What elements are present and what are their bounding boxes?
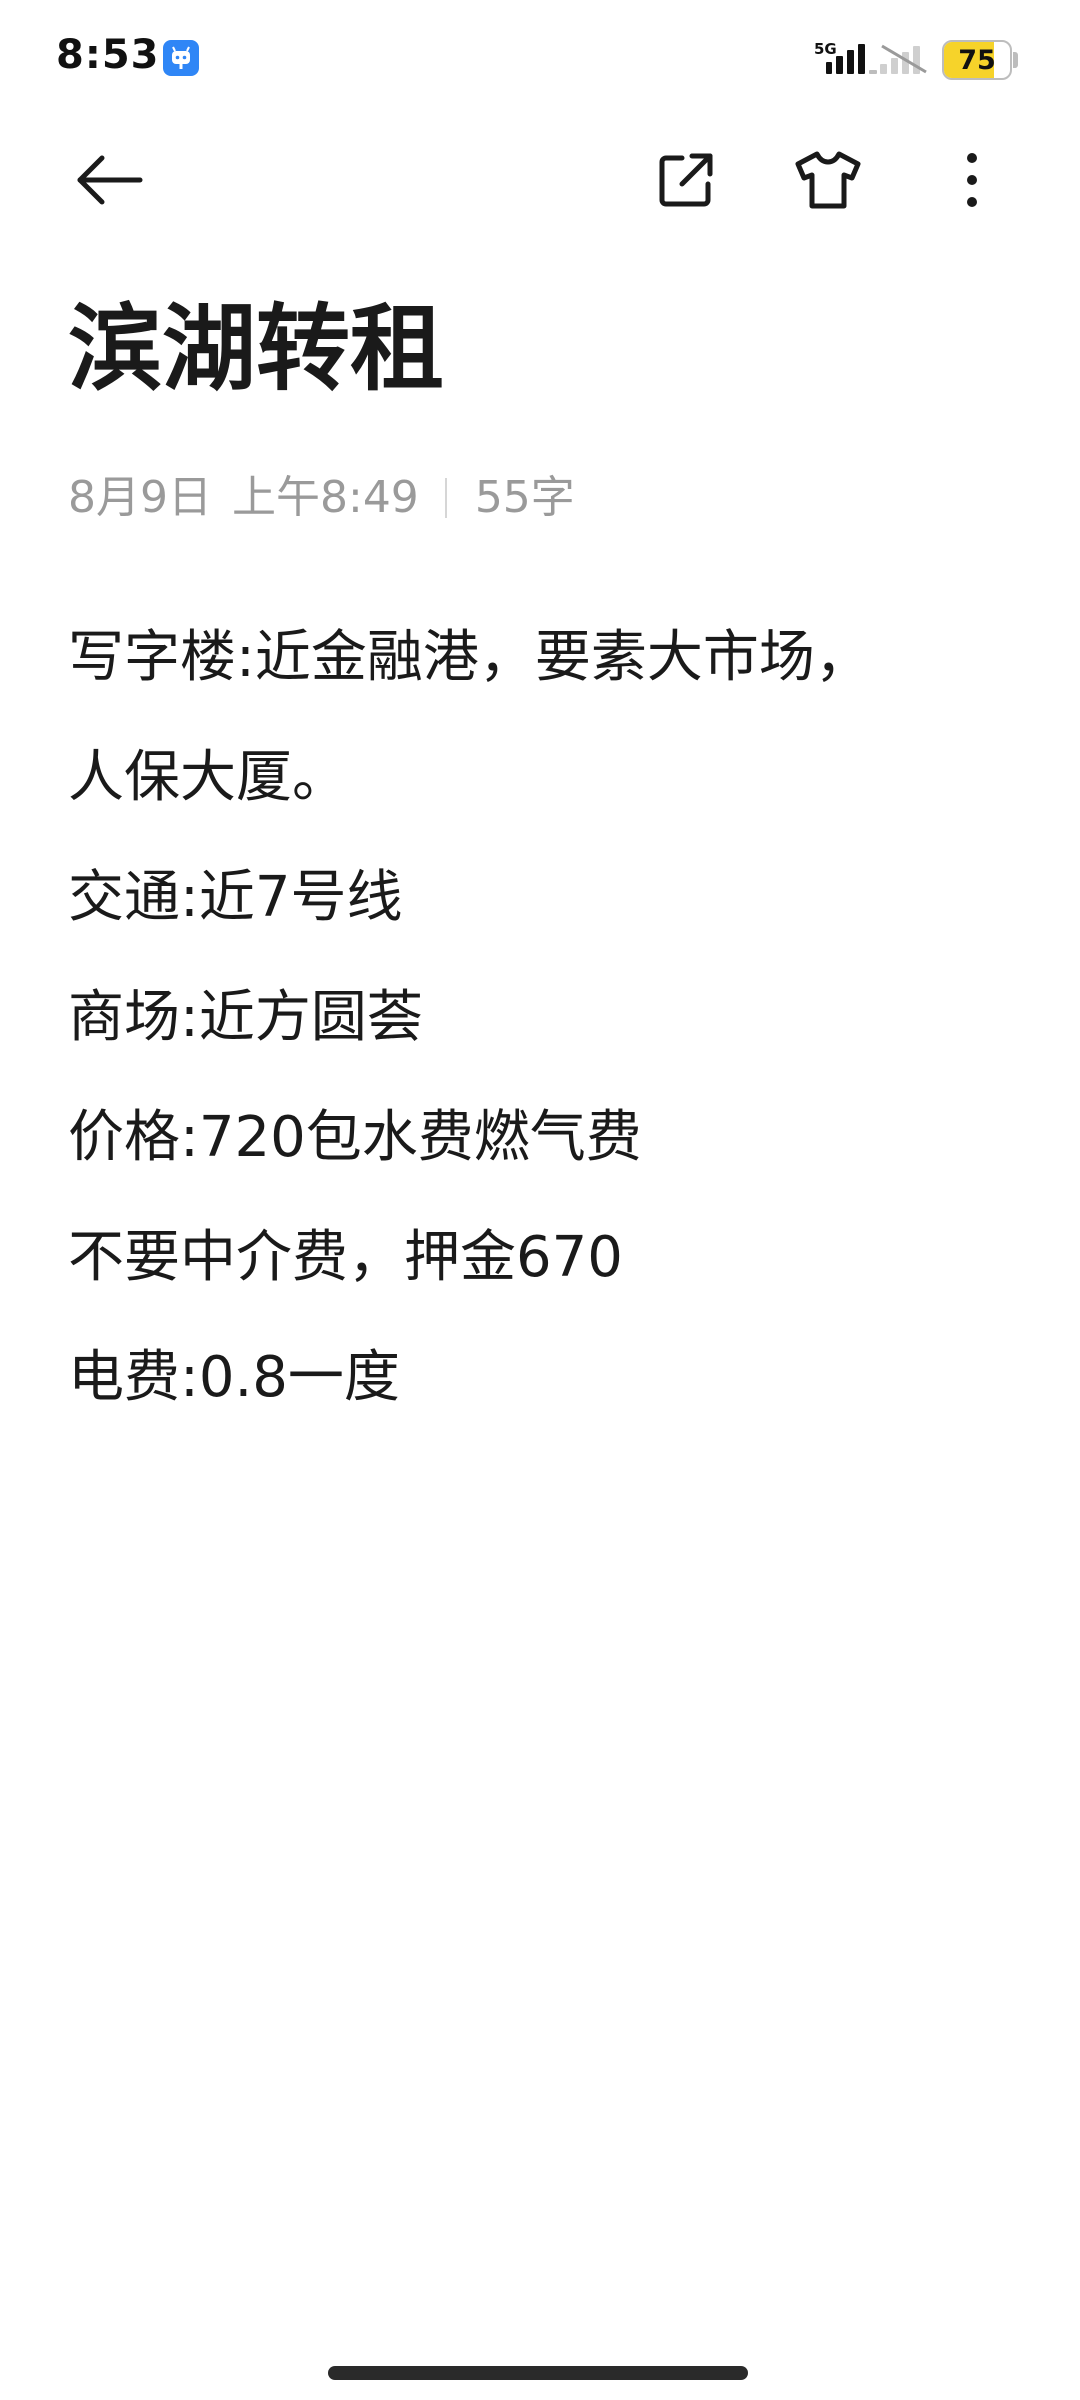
- note-time: 上午8:49: [232, 472, 419, 523]
- battery-icon: 75: [942, 40, 1012, 80]
- theme-button[interactable]: [788, 140, 868, 220]
- note-word-count: 55字: [474, 472, 575, 523]
- note-body[interactable]: 写字楼:近金融港，要素大市场， 人保大厦。 交通:近7号线 商场:近方圆荟 价格…: [68, 598, 1028, 1438]
- note-screen: 8:53 5G 75 滨湖转租 8月9日 上午8:49 55字 写字楼:近金融港…: [0, 0, 1080, 2400]
- battery-tip: [1013, 52, 1018, 68]
- note-line: 交通:近7号线: [68, 865, 403, 930]
- signal-strength-secondary-icon: [880, 40, 932, 80]
- battery-level: 75: [958, 45, 996, 76]
- share-button[interactable]: [646, 140, 726, 220]
- share-icon: [659, 153, 713, 207]
- more-button[interactable]: [932, 140, 1012, 220]
- note-line: 价格:720包水费燃气费: [68, 1105, 642, 1170]
- shirt-icon: [795, 151, 861, 209]
- home-indicator[interactable]: [328, 2366, 748, 2380]
- note-line: 写字楼:近金融港，要素大市场，: [68, 625, 871, 690]
- note-line: 人保大厦。: [68, 745, 348, 810]
- status-time: 8:53: [56, 32, 160, 78]
- note-date: 8月9日: [68, 472, 212, 523]
- note-meta: 8月9日 上午8:49 55字: [68, 470, 575, 526]
- app-notification-icon: [163, 40, 199, 76]
- note-line: 电费:0.8一度: [68, 1345, 400, 1410]
- note-line: 商场:近方圆荟: [68, 985, 423, 1050]
- note-line: 不要中介费，押金670: [68, 1225, 623, 1290]
- back-button[interactable]: [70, 140, 150, 220]
- status-bar: 8:53 5G 75: [0, 0, 1080, 120]
- signal-strength-icon: [826, 40, 880, 80]
- meta-divider: [444, 478, 447, 518]
- note-title[interactable]: 滨湖转租: [68, 290, 444, 410]
- arrow-left-icon: [77, 155, 143, 205]
- more-vertical-icon: [967, 153, 977, 207]
